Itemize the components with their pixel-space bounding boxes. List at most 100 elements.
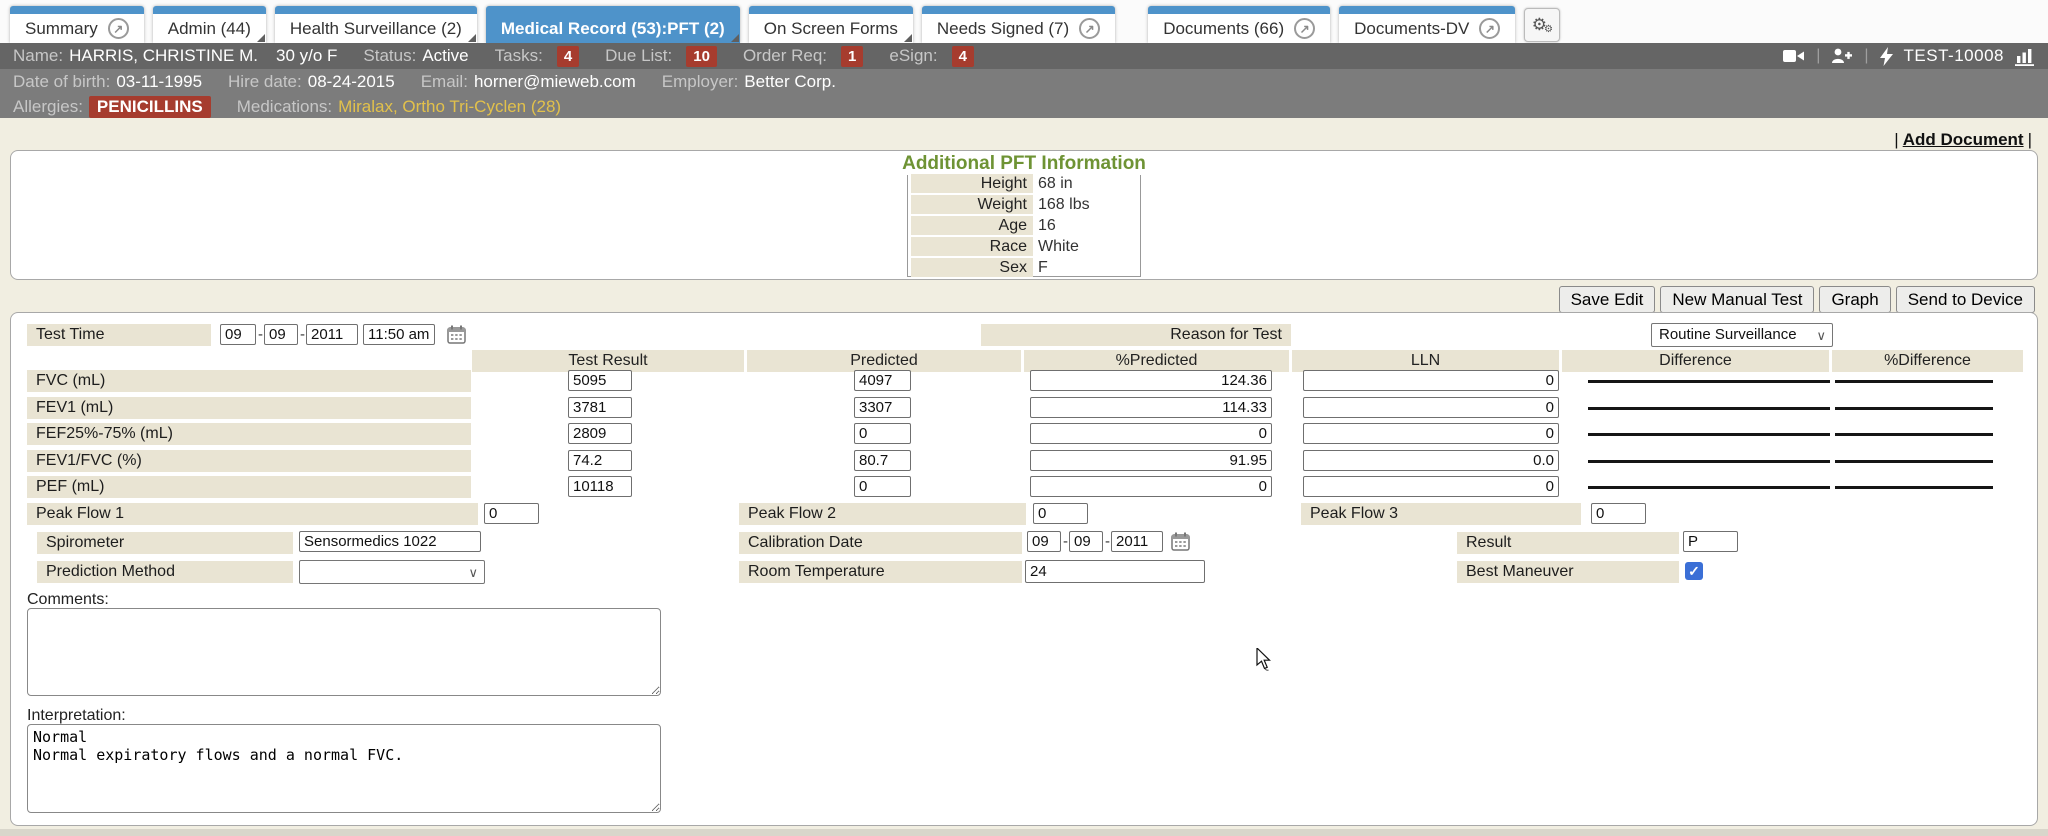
fev1-pct-predicted-input[interactable]: [1030, 397, 1272, 418]
weight-label: Weight: [911, 195, 1033, 214]
pef-lln-input[interactable]: [1303, 476, 1559, 497]
fef-pct-predicted-input[interactable]: [1030, 423, 1272, 444]
fev1-fvc-difference-line: [1588, 460, 1830, 463]
spirometer-input[interactable]: [299, 531, 481, 552]
reason-for-test-value: Routine Surveillance: [1659, 326, 1797, 343]
fev1-fvc-predicted-input[interactable]: [854, 450, 911, 471]
peak-flow-2-input[interactable]: [1033, 503, 1088, 524]
popout-icon[interactable]: ↗: [1479, 18, 1500, 39]
popout-icon[interactable]: ↗: [1294, 18, 1315, 39]
col-header-pct-difference: %Difference: [1832, 350, 2023, 372]
add-document-link[interactable]: Add Document: [1903, 130, 2024, 149]
station-id: TEST-10008: [1904, 46, 2004, 66]
tasks-count-badge[interactable]: 4: [557, 46, 579, 67]
tab-summary[interactable]: Summary ↗: [10, 6, 144, 43]
calendar-icon[interactable]: [447, 325, 466, 344]
sex-label: Sex: [911, 258, 1033, 277]
peak-flow-3-input[interactable]: [1591, 503, 1646, 524]
comments-label: Comments:: [27, 591, 109, 609]
fvc-lln-input[interactable]: [1303, 370, 1559, 391]
calibration-day-input[interactable]: [1069, 531, 1103, 552]
fev1-predicted-input[interactable]: [854, 397, 911, 418]
tasks-label: Tasks:: [495, 46, 543, 66]
video-camera-icon[interactable]: [1783, 47, 1805, 65]
height-value: 68 in: [1033, 174, 1073, 193]
test-month-input[interactable]: [220, 324, 256, 345]
lightning-bolt-icon[interactable]: [1880, 47, 1893, 66]
test-day-input[interactable]: [264, 324, 298, 345]
popout-icon[interactable]: ↗: [108, 18, 129, 39]
pef-test-result-input[interactable]: [568, 476, 632, 497]
fef-predicted-input[interactable]: [854, 423, 911, 444]
bar-chart-icon[interactable]: [2015, 47, 2034, 66]
calibration-month-input[interactable]: [1027, 531, 1061, 552]
pft-info-row: Sex F: [911, 258, 1137, 277]
settings-gear-button[interactable]: ⚙ ⚙: [1524, 8, 1560, 42]
send-to-device-button[interactable]: Send to Device: [1896, 286, 2035, 313]
sex-value: F: [1033, 258, 1048, 277]
comments-textarea[interactable]: [27, 608, 661, 696]
tab-needs-signed[interactable]: Needs Signed (7) ↗: [922, 6, 1115, 43]
email-label: Email:: [421, 72, 468, 92]
tab-medical-record-pft[interactable]: Medical Record (53):PFT (2): [486, 6, 740, 43]
fef-pct-difference-line: [1835, 433, 1993, 436]
result-label: Result: [1457, 532, 1679, 554]
dob-label: Date of birth:: [13, 72, 110, 92]
calendar-icon[interactable]: [1171, 532, 1190, 551]
peak-flow-2-label: Peak Flow 2: [739, 503, 1026, 525]
mouse-cursor: [1256, 648, 1278, 672]
fev1-fvc-pct-difference-line: [1835, 460, 1993, 463]
pft-info-title: Additional PFT Information: [898, 153, 1150, 175]
pef-predicted-input[interactable]: [854, 476, 911, 497]
esign-label: eSign:: [889, 46, 937, 66]
test-time-input[interactable]: [363, 324, 435, 345]
add-person-icon[interactable]: [1831, 47, 1853, 65]
fef-lln-input[interactable]: [1303, 423, 1559, 444]
dob-value: 03-11-1995: [116, 72, 202, 92]
room-temperature-input[interactable]: [1025, 560, 1205, 583]
prediction-method-select[interactable]: ∨: [299, 560, 485, 584]
fev1-difference-line: [1588, 407, 1830, 410]
fev1-fvc-row-label: FEV1/FVC (%): [27, 450, 471, 472]
tab-documents[interactable]: Documents (66) ↗: [1148, 6, 1330, 43]
tab-on-screen-forms[interactable]: On Screen Forms: [749, 6, 913, 43]
fev1-fvc-lln-input[interactable]: [1303, 450, 1559, 471]
result-input[interactable]: [1683, 531, 1738, 552]
status-label: Status:: [363, 46, 416, 66]
graph-button[interactable]: Graph: [1819, 286, 1890, 313]
tab-admin[interactable]: Admin (44): [153, 6, 266, 43]
new-manual-test-button[interactable]: New Manual Test: [1660, 286, 1814, 313]
tab-documents-label: Documents (66): [1163, 19, 1284, 39]
page-bottom-edge: [0, 829, 2048, 836]
reason-for-test-select[interactable]: Routine Surveillance ∨: [1651, 323, 1833, 347]
esign-count-badge[interactable]: 4: [952, 46, 974, 67]
popout-icon[interactable]: ↗: [1079, 18, 1100, 39]
allergies-label: Allergies:: [13, 97, 83, 117]
fvc-pct-predicted-input[interactable]: [1030, 370, 1272, 391]
pef-pct-predicted-input[interactable]: [1030, 476, 1272, 497]
tab-documents-dv[interactable]: Documents-DV ↗: [1339, 6, 1515, 43]
fvc-test-result-input[interactable]: [568, 370, 632, 391]
fev1-pct-difference-line: [1835, 407, 1993, 410]
calibration-year-input[interactable]: [1111, 531, 1163, 552]
tab-health-surveillance[interactable]: Health Surveillance (2): [275, 6, 477, 43]
fev1-lln-input[interactable]: [1303, 397, 1559, 418]
fev1-fvc-test-result-input[interactable]: [568, 450, 632, 471]
patient-age-sex: 30 y/o F: [276, 46, 337, 66]
order-req-count-badge[interactable]: 1: [841, 46, 863, 67]
fev1-test-result-input[interactable]: [568, 397, 632, 418]
fef-test-result-input[interactable]: [568, 423, 632, 444]
allergy-badge[interactable]: PENICILLINS: [89, 96, 211, 118]
save-edit-button[interactable]: Save Edit: [1559, 286, 1656, 313]
due-list-count-badge[interactable]: 10: [686, 46, 717, 67]
name-label: Name:: [13, 46, 63, 66]
best-maneuver-checkbox[interactable]: ✓: [1685, 562, 1703, 580]
peak-flow-1-input[interactable]: [484, 503, 539, 524]
medications-value[interactable]: Miralax, Ortho Tri-Cyclen (28): [338, 97, 561, 117]
interpretation-textarea[interactable]: Normal Normal expiratory flows and a nor…: [27, 724, 661, 813]
fvc-predicted-input[interactable]: [854, 370, 911, 391]
fev1-fvc-pct-predicted-input[interactable]: [1030, 450, 1272, 471]
separator: |: [1816, 47, 1820, 65]
demographics-row: Date of birth: 03-11-1995 Hire date: 08-…: [13, 69, 2048, 94]
test-year-input[interactable]: [306, 324, 358, 345]
